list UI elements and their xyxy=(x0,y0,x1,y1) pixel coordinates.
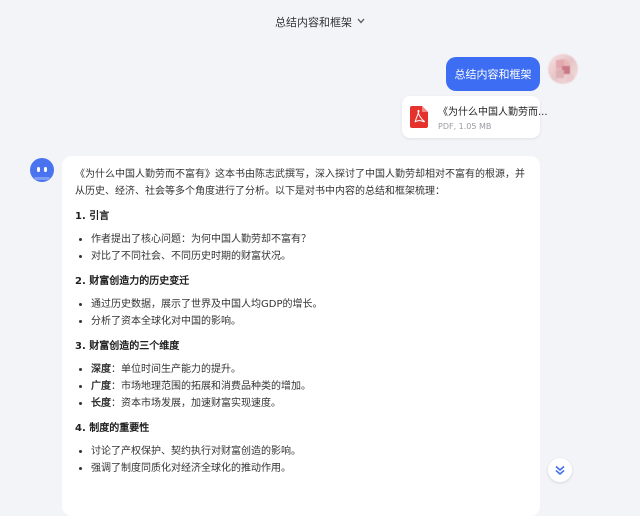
list-item: 讨论了产权保护、契约执行对财富创造的影响。 xyxy=(91,443,527,460)
list-item-text: ：资本市场发展，加速财富实现速度。 xyxy=(111,398,281,409)
list-item-term: 深度 xyxy=(91,364,111,375)
section-heading: 3. 财富创造的三个维度 xyxy=(75,341,180,352)
attachment-info: 《为什么中国人勤劳而... PDF, 1.05 MB xyxy=(438,103,548,131)
list-item: 广度：市场地理范围的拓展和消费品种类的增加。 xyxy=(91,378,527,395)
list-item-text: 通过历史数据，展示了世界及中国人均GDP的增长。 xyxy=(91,299,323,310)
section-list: 作者提出了核心问题：为何中国人勤劳却不富有？ 对比了不同社会、不同历史时期的财富… xyxy=(75,231,527,265)
list-item: 分析了资本全球化对中国的影响。 xyxy=(91,313,527,330)
list-item-text: 分析了资本全球化对中国的影响。 xyxy=(91,316,241,327)
section-list: 通过历史数据，展示了世界及中国人均GDP的增长。 分析了资本全球化对中国的影响。 xyxy=(75,296,527,330)
answer-intro: 《为什么中国人勤劳而不富有》这本书由陈志武撰写，深入探讨了中国人勤劳却相对不富有… xyxy=(75,169,525,197)
section-list: 深度：单位时间生产能力的提升。 广度：市场地理范围的拓展和消费品种类的增加。 长… xyxy=(75,361,527,412)
avatar[interactable] xyxy=(548,54,578,84)
list-item: 深度：单位时间生产能力的提升。 xyxy=(91,361,527,378)
assistant-answer: 《为什么中国人勤劳而不富有》这本书由陈志武撰写，深入探讨了中国人勤劳却相对不富有… xyxy=(62,156,540,516)
section-heading: 4. 制度的重要性 xyxy=(75,423,150,434)
section-heading: 1. 引言 xyxy=(75,211,110,222)
section-list: 讨论了产权保护、契约执行对财富创造的影响。 强调了制度同质化对经济全球化的推动作… xyxy=(75,443,527,477)
chevron-down-icon[interactable] xyxy=(357,17,365,27)
attachment-file-name: 《为什么中国人勤劳而... xyxy=(438,107,548,118)
pdf-file-icon xyxy=(410,106,428,128)
conversation-title-bar[interactable]: 总结内容和框架 xyxy=(0,0,640,44)
robot-icon xyxy=(30,158,54,182)
list-item: 通过历史数据，展示了世界及中国人均GDP的增长。 xyxy=(91,296,527,313)
user-message-bubble: 总结内容和框架 xyxy=(446,57,540,91)
list-item-text: ：单位时间生产能力的提升。 xyxy=(111,364,241,375)
list-item-term: 广度 xyxy=(91,381,111,392)
section-heading: 2. 财富创造力的历史变迁 xyxy=(75,276,190,287)
list-item: 长度：资本市场发展，加速财富实现速度。 xyxy=(91,395,527,412)
list-item-text: 对比了不同社会、不同历史时期的财富状况。 xyxy=(91,251,291,262)
list-item-term: 长度 xyxy=(91,398,111,409)
attachment-file-meta: PDF, 1.05 MB xyxy=(438,122,492,131)
list-item-text: 讨论了产权保护、契约执行对财富创造的影响。 xyxy=(91,446,301,457)
list-item-text: 强调了制度同质化对经济全球化的推动作用。 xyxy=(91,463,291,474)
list-item: 对比了不同社会、不同历史时期的财富状况。 xyxy=(91,248,527,265)
scroll-to-bottom-button[interactable] xyxy=(548,458,572,482)
list-item-text: ：市场地理范围的拓展和消费品种类的增加。 xyxy=(111,381,311,392)
list-item-text: 作者提出了核心问题：为何中国人勤劳却不富有？ xyxy=(91,234,311,245)
user-message-text: 总结内容和框架 xyxy=(454,68,532,81)
attachment-card[interactable]: 《为什么中国人勤劳而... PDF, 1.05 MB xyxy=(402,96,548,138)
double-chevron-down-icon xyxy=(554,461,566,480)
list-item: 强调了制度同质化对经济全球化的推动作用。 xyxy=(91,460,527,477)
conversation-title: 总结内容和框架 xyxy=(275,16,352,29)
list-item: 作者提出了核心问题：为何中国人勤劳却不富有？ xyxy=(91,231,527,248)
